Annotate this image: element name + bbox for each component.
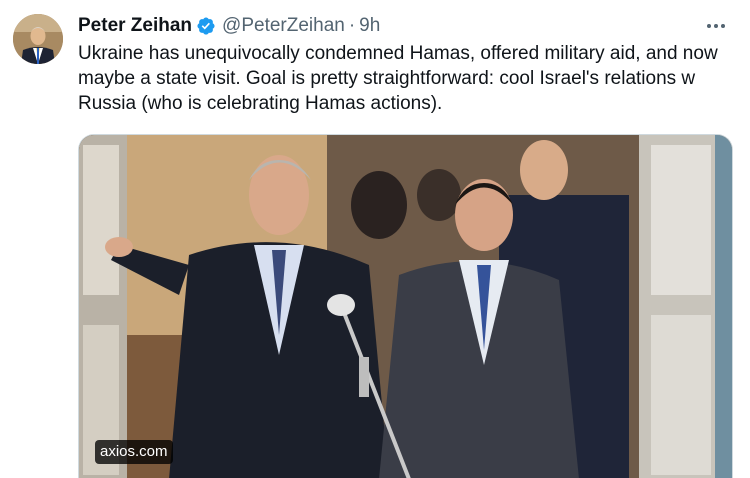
media-photo (79, 135, 732, 478)
tweet-text: Ukraine has unequivocally condemned Hama… (78, 43, 718, 114)
separator-dot: · (348, 15, 356, 36)
author-name[interactable]: Peter Zeihan (78, 14, 192, 38)
more-options-icon[interactable] (704, 14, 728, 38)
tweet-timestamp[interactable]: 9h (359, 14, 380, 38)
card-domain-label: axios.com (95, 440, 173, 464)
tweet-header: Peter Zeihan @PeterZeihan · 9h (78, 14, 380, 38)
tweet[interactable]: Peter Zeihan @PeterZeihan · 9h Ukraine h… (0, 0, 750, 478)
author-handle[interactable]: @PeterZeihan (222, 14, 345, 38)
verified-badge-icon[interactable] (196, 16, 216, 36)
author-avatar[interactable] (13, 14, 63, 64)
tweet-media-card[interactable]: axios.com (78, 134, 733, 478)
